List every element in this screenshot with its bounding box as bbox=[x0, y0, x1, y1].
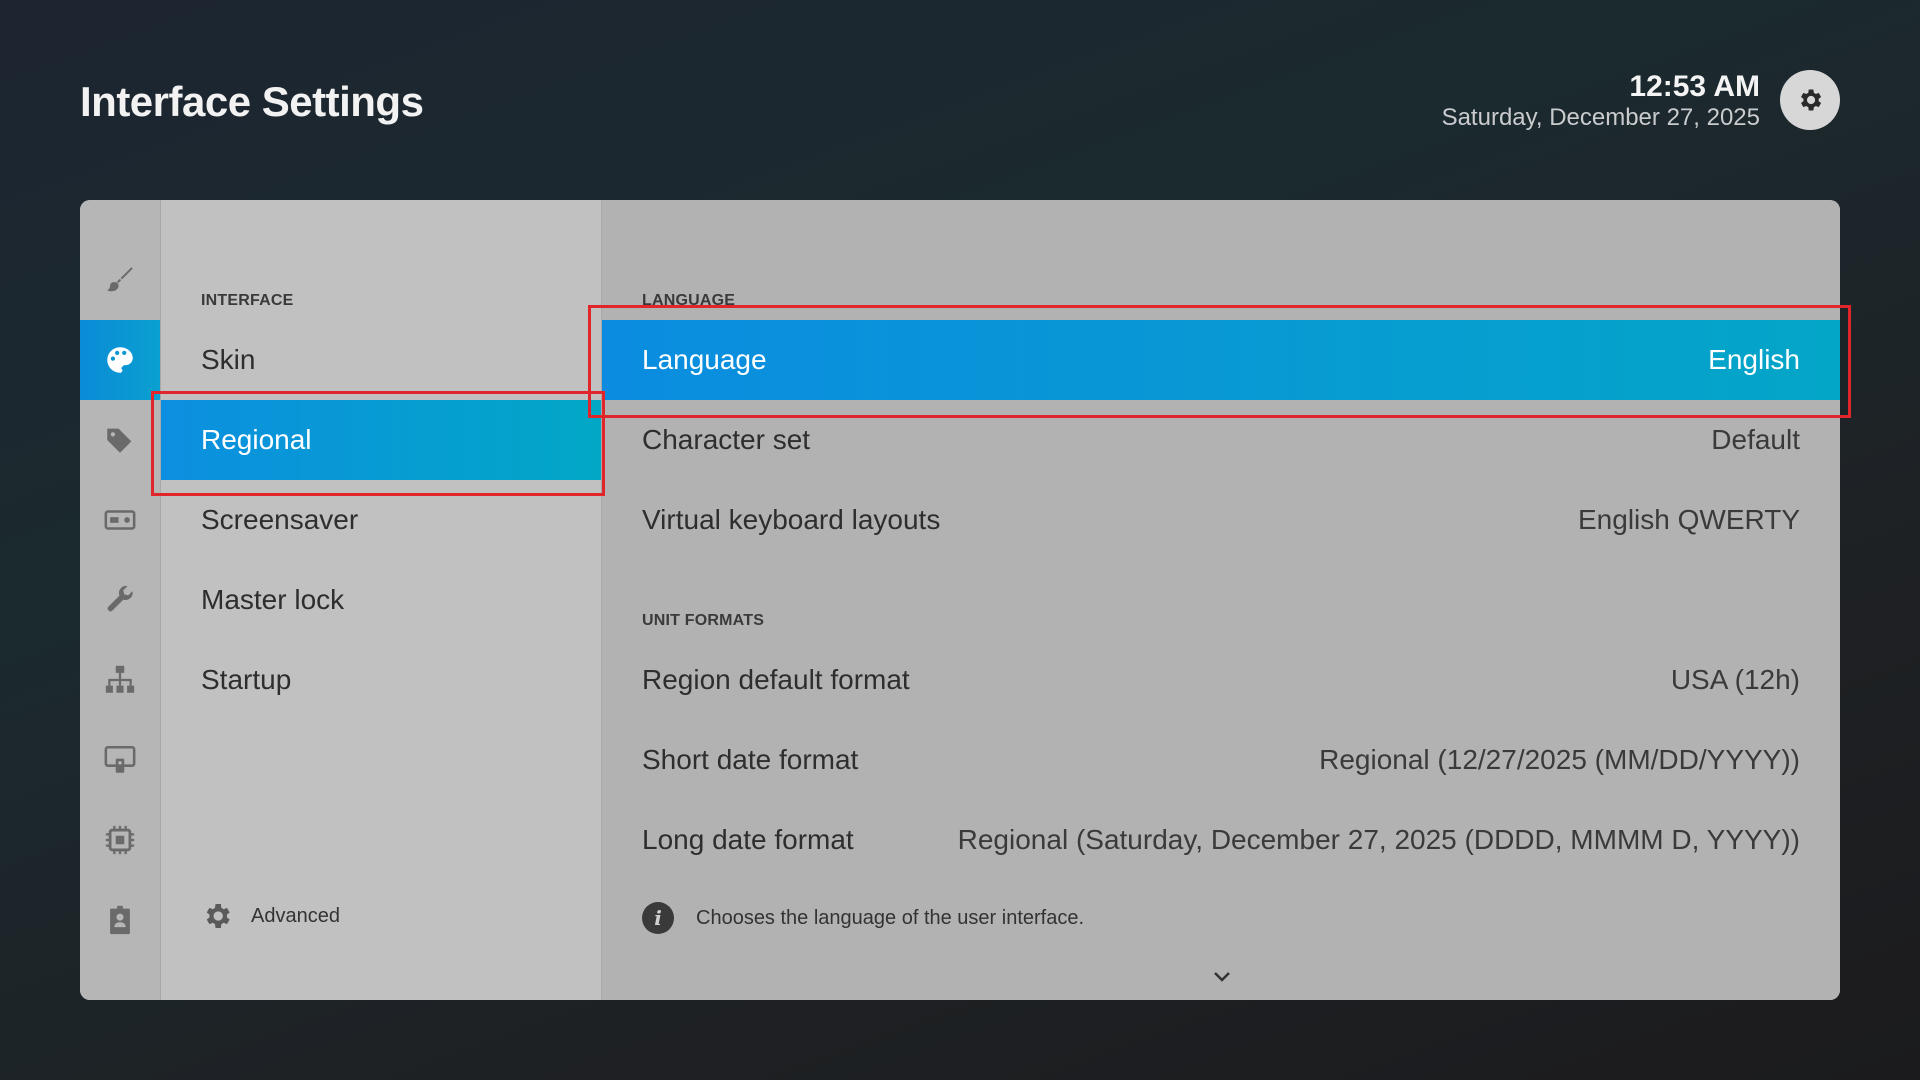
setting-label: Language bbox=[642, 344, 767, 375]
setting-description-text: Chooses the language of the user interfa… bbox=[696, 906, 1085, 929]
setting-short-date-format[interactable]: Short date format Regional (12/27/2025 (… bbox=[602, 720, 1840, 800]
language-section-label: LANGUAGE bbox=[642, 292, 736, 309]
wrench-icon bbox=[107, 585, 133, 612]
gear-icon bbox=[206, 904, 230, 928]
remote-display-icon bbox=[104, 745, 136, 773]
setting-label: Long date format bbox=[642, 824, 854, 855]
settings-content: LANGUAGE Language English Character set … bbox=[602, 200, 1840, 1000]
menu-item-regional[interactable]: Regional bbox=[161, 400, 601, 480]
clock-time: 12:53 AM bbox=[1629, 70, 1760, 103]
setting-region-default-format[interactable]: Region default format USA (12h) bbox=[602, 640, 1840, 720]
setting-value: English bbox=[1708, 344, 1800, 375]
clock-date: Saturday, December 27, 2025 bbox=[1441, 104, 1760, 131]
category-services[interactable] bbox=[80, 720, 160, 800]
page-title: Interface Settings bbox=[80, 78, 424, 125]
menu-section-label: INTERFACE bbox=[201, 292, 294, 309]
category-system-tools[interactable] bbox=[80, 560, 160, 640]
menu-item-startup[interactable]: Startup bbox=[161, 640, 601, 720]
clock: 12:53 AM Saturday, December 27, 2025 bbox=[1442, 70, 1760, 132]
section-menu: INTERFACE Skin Regional Screensaver Mast… bbox=[161, 200, 602, 1000]
settings-button[interactable] bbox=[1780, 70, 1840, 130]
advanced-label: Advanced bbox=[251, 904, 340, 927]
setting-label: Character set bbox=[642, 424, 811, 455]
category-profiles[interactable] bbox=[80, 880, 160, 960]
setting-value: English QWERTY bbox=[1578, 504, 1800, 535]
category-player[interactable] bbox=[80, 480, 160, 560]
setting-description: i Chooses the language of the user inter… bbox=[642, 902, 1084, 934]
setting-label: Region default format bbox=[642, 664, 910, 695]
setting-language[interactable]: Language English bbox=[602, 320, 1840, 400]
network-icon bbox=[105, 665, 135, 693]
setting-value: Regional (Saturday, December 27, 2025 (D… bbox=[957, 824, 1800, 855]
category-media[interactable] bbox=[80, 400, 160, 480]
category-appearance[interactable] bbox=[80, 240, 160, 320]
setting-value: Regional (12/27/2025 (MM/DD/YYYY)) bbox=[1319, 744, 1800, 775]
chevron-down-icon[interactable] bbox=[1212, 970, 1232, 984]
setting-virtual-keyboard[interactable]: Virtual keyboard layouts English QWERTY bbox=[602, 480, 1840, 560]
tags-icon bbox=[107, 428, 132, 453]
id-badge-icon bbox=[110, 905, 130, 935]
category-network[interactable] bbox=[80, 640, 160, 720]
settings-panel: INTERFACE Skin Regional Screensaver Mast… bbox=[80, 200, 1840, 1000]
player-icon bbox=[104, 510, 136, 530]
brush-icon bbox=[107, 267, 133, 292]
menu-item-skin[interactable]: Skin bbox=[161, 320, 601, 400]
setting-value: Default bbox=[1711, 424, 1800, 455]
chip-icon bbox=[105, 825, 135, 855]
advanced-toggle[interactable]: Advanced bbox=[201, 900, 340, 932]
palette-icon bbox=[107, 347, 133, 373]
setting-label: Virtual keyboard layouts bbox=[642, 504, 941, 535]
unit-formats-section-label: UNIT FORMATS bbox=[642, 612, 765, 629]
menu-item-screensaver[interactable]: Screensaver bbox=[161, 480, 601, 560]
info-icon: i bbox=[642, 902, 674, 934]
category-system[interactable] bbox=[80, 800, 160, 880]
setting-value: USA (12h) bbox=[1670, 664, 1800, 695]
setting-label: Short date format bbox=[642, 744, 859, 775]
setting-character-set[interactable]: Character set Default bbox=[602, 400, 1840, 480]
category-icon-bar bbox=[80, 200, 161, 1000]
category-interface[interactable] bbox=[80, 320, 160, 400]
menu-item-master-lock[interactable]: Master lock bbox=[161, 560, 601, 640]
gear-icon bbox=[1801, 89, 1822, 111]
setting-long-date-format[interactable]: Long date format Regional (Saturday, Dec… bbox=[602, 800, 1840, 880]
